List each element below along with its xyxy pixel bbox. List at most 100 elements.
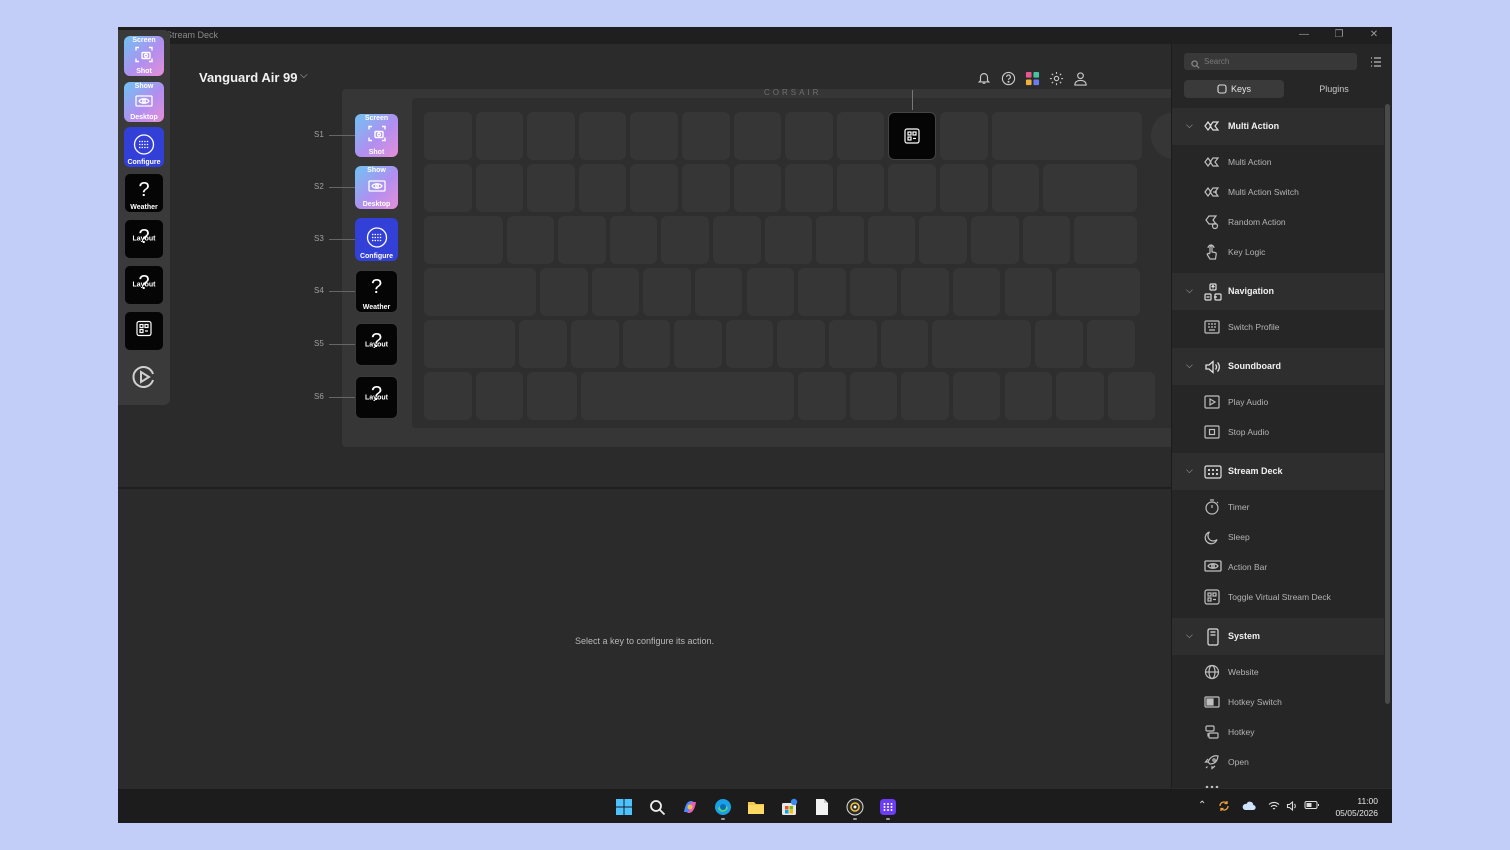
keyboard-key[interactable] [540,268,588,316]
macro-key[interactable]: ? Layout [355,323,398,366]
keyboard-key[interactable] [682,164,730,212]
notepad-icon[interactable] [812,797,832,817]
keyboard-key[interactable] [725,320,774,368]
keyboard-key[interactable] [1056,268,1140,316]
tab-keys[interactable]: Keys [1184,80,1284,98]
sync-icon[interactable] [1218,800,1230,815]
keyboard-key[interactable] [829,320,877,368]
keyboard-key[interactable] [424,268,537,316]
keyboard-key[interactable] [746,268,795,316]
keyboard-key[interactable] [643,268,691,316]
keyboard-key[interactable] [694,268,743,316]
close-window-button[interactable]: ✕ [1360,28,1388,42]
keyboard-key[interactable] [880,320,929,368]
macro-key[interactable]: Weather? [355,270,398,313]
keyboard-key[interactable] [527,112,575,160]
maximize-button[interactable]: ❐ [1325,28,1353,42]
category-system[interactable]: ⌵ System [1172,618,1384,655]
keyboard-key[interactable] [785,112,833,160]
action-multi-action-switch[interactable]: Multi Action Switch [1172,176,1384,206]
battery-icon[interactable] [1304,800,1320,813]
keyboard-key[interactable] [674,320,722,368]
keyboard-key[interactable] [424,164,472,212]
chevron-down-icon[interactable]: ⌵ [300,70,308,81]
search-icon[interactable] [647,797,667,817]
keyboard-key[interactable] [888,164,936,212]
keyboard-key[interactable] [527,164,575,212]
keyboard-key[interactable] [578,164,627,212]
keyboard-key[interactable] [952,372,1001,420]
chevron-down-icon[interactable]: ⌵ [1186,360,1193,371]
keyboard-key[interactable] [970,216,1019,264]
keyboard-key[interactable] [836,112,885,160]
action-website[interactable]: Website [1172,656,1384,686]
action-hotkey[interactable]: Hotkey [1172,716,1384,746]
tab-plugins[interactable]: Plugins [1284,80,1384,98]
keyboard-key[interactable] [798,268,846,316]
action-sleep[interactable]: Sleep [1172,521,1384,551]
dock-key[interactable]: Configure [124,127,164,167]
keyboard-key[interactable] [519,320,568,368]
keyboard-key[interactable] [919,216,967,264]
keyboard-key[interactable] [849,268,898,316]
search-input[interactable]: Search [1184,53,1357,70]
keyboard-key[interactable] [527,372,578,420]
action-random-action[interactable]: Random Action [1172,206,1384,236]
dock-key[interactable]: ? Layout [124,219,164,259]
keyboard-key[interactable] [609,216,658,264]
macro-key[interactable]: Show Desktop [355,166,398,209]
keyboard-key[interactable] [733,112,782,160]
keyboard-key[interactable] [836,164,885,212]
marketplace-icon[interactable] [1024,70,1040,86]
keyboard-key[interactable] [785,164,833,212]
settings-icon[interactable] [1048,70,1064,86]
account-icon[interactable] [1072,70,1088,86]
keyboard-key[interactable] [475,372,524,420]
chevron-down-icon[interactable]: ⌵ [1186,630,1193,641]
edge-icon[interactable] [713,797,733,817]
keyboard-key[interactable] [581,372,795,420]
keyboard-key[interactable] [424,372,472,420]
category-multi-action[interactable]: ⌵ Multi Action [1172,108,1384,145]
keyboard-key[interactable] [777,320,826,368]
keyboard-key[interactable] [424,112,472,160]
dock-key[interactable]: Screen Shot [124,36,164,76]
keyboard-key[interactable] [591,268,640,316]
keyboard-key[interactable] [424,320,516,368]
keyboard-key[interactable] [661,216,709,264]
keyboard-key[interactable] [733,164,782,212]
chevron-down-icon[interactable]: ⌵ [1186,465,1193,476]
store-icon[interactable] [779,797,799,817]
keyboard-key[interactable] [991,164,1040,212]
keyboard-key[interactable] [712,216,761,264]
keyboard-key[interactable] [1056,372,1104,420]
category-soundboard[interactable]: ⌵ Soundboard [1172,348,1384,385]
icue-icon[interactable] [845,797,865,817]
keyboard-key[interactable] [506,216,555,264]
dock-key[interactable]: Weather? [124,173,164,213]
keyboard-key[interactable] [867,216,916,264]
keyboard-key[interactable] [932,320,1032,368]
keyboard-key[interactable] [630,164,678,212]
elgato-logo-icon[interactable] [130,363,158,396]
dock-key[interactable] [124,311,164,351]
macro-key[interactable]: Screen Shot [355,114,398,157]
onedrive-icon[interactable] [1242,800,1256,815]
keyboard-key[interactable] [940,112,988,160]
keyboard-key[interactable] [424,216,503,264]
dock-key[interactable]: Show Desktop [124,82,164,122]
keyboard-key[interactable] [475,164,524,212]
keyboard-key[interactable] [901,372,949,420]
windows-start-icon[interactable] [614,797,634,817]
action-play-audio[interactable]: Play Audio [1172,386,1384,416]
action-action-bar[interactable]: Action Bar [1172,551,1384,581]
keyboard-key[interactable] [901,268,949,316]
file-explorer-icon[interactable] [746,797,766,817]
keyboard-key[interactable] [764,216,813,264]
dock-key[interactable]: ? Layout [124,265,164,305]
chevron-down-icon[interactable]: ⌵ [1186,285,1193,296]
clock[interactable]: 11:00 05/05/2026 [1330,795,1378,819]
macro-key[interactable]: Configure [355,218,398,261]
macro-key[interactable]: ? Layout [355,376,398,419]
category-navigation[interactable]: ⌵ Navigation [1172,273,1384,310]
